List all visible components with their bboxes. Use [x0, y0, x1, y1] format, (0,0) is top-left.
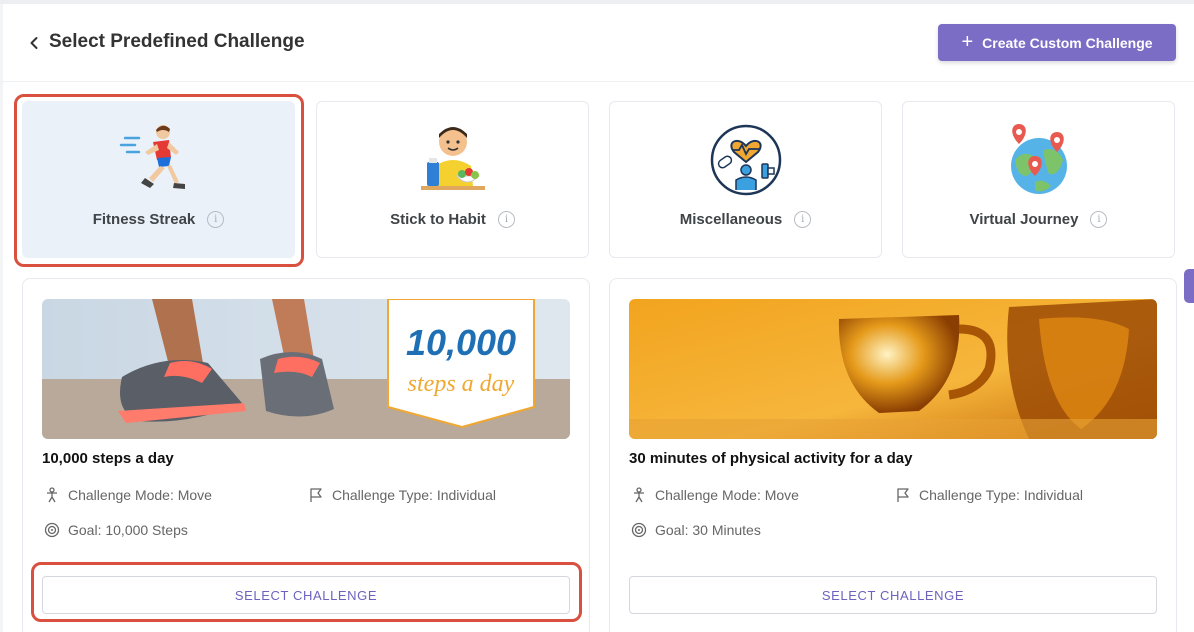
challenge-type: Challenge Type: Individual [895, 487, 1083, 503]
challenge-type: Challenge Type: Individual [308, 487, 496, 503]
trophy-banner-image [629, 299, 1157, 439]
create-button-label: Create Custom Challenge [982, 34, 1153, 51]
person-activity-icon [47, 487, 57, 503]
sneakers-banner-image: 10,000 steps a day [42, 299, 570, 439]
challenge-image-steps: 10,000 steps a day [42, 299, 570, 439]
challenge-mode: Challenge Mode: Move [631, 487, 799, 503]
chevron-left-icon [30, 37, 38, 49]
back-button[interactable] [24, 31, 44, 55]
challenge-goal: Goal: 10,000 Steps [44, 522, 188, 538]
challenge-title: 10,000 steps a day [42, 450, 174, 467]
category-label-row: Fitness Streak i [23, 211, 294, 228]
left-edge [0, 4, 3, 632]
category-card-fitness-streak[interactable]: Fitness Streak i [22, 101, 295, 258]
person-activity-icon [634, 487, 644, 503]
info-icon[interactable]: i [1090, 211, 1108, 228]
select-challenge-button[interactable]: SELECT CHALLENGE [42, 576, 570, 614]
challenge-title: 30 minutes of physical activity for a da… [629, 450, 913, 467]
category-card-virtual-journey[interactable]: Virtual Journey i [902, 101, 1175, 258]
category-label: Stick to Habit [390, 211, 486, 228]
runner-icon [119, 125, 185, 189]
info-icon[interactable]: i [207, 211, 225, 228]
target-icon [44, 522, 60, 538]
page-title: Select Predefined Challenge [49, 31, 305, 52]
challenge-type-text: Challenge Type: Individual [332, 487, 496, 503]
challenge-mode: Challenge Mode: Move [44, 487, 212, 503]
banner-number: 10,000 [406, 322, 516, 363]
category-card-stick-to-habit[interactable]: Stick to Habit i [316, 101, 589, 258]
category-label-row: Miscellaneous i [610, 211, 881, 228]
category-label: Virtual Journey [969, 211, 1079, 228]
target-icon [631, 522, 647, 538]
flag-icon [310, 488, 322, 502]
create-custom-challenge-button[interactable]: + Create Custom Challenge [938, 24, 1176, 61]
select-challenge-button[interactable]: SELECT CHALLENGE [629, 576, 1157, 614]
category-label: Miscellaneous [679, 211, 783, 228]
challenge-mode-text: Challenge Mode: Move [68, 487, 212, 503]
info-icon[interactable]: i [497, 211, 515, 228]
challenge-card-steps: 10,000 steps a day 10,000 steps a day Ch… [22, 278, 590, 632]
plus-icon: + [961, 30, 974, 53]
challenge-mode-text: Challenge Mode: Move [655, 487, 799, 503]
challenge-goal-text: Goal: 10,000 Steps [68, 522, 188, 538]
healthy-habit-icon [420, 127, 485, 190]
challenge-card-activity: 30 minutes of physical activity for a da… [609, 278, 1177, 632]
flag-icon [897, 488, 909, 502]
globe-pins-icon [1010, 124, 1067, 194]
challenge-type-text: Challenge Type: Individual [919, 487, 1083, 503]
category-label-row: Stick to Habit i [317, 211, 588, 228]
category-label-row: Virtual Journey i [903, 211, 1174, 228]
challenge-goal-text: Goal: 30 Minutes [655, 522, 761, 538]
banner-text: steps a day [408, 371, 515, 397]
side-panel-tab[interactable] [1184, 269, 1194, 303]
wellness-icon [710, 124, 781, 196]
category-label: Fitness Streak [92, 211, 196, 228]
challenge-image-activity [629, 299, 1157, 439]
challenge-goal: Goal: 30 Minutes [631, 522, 761, 538]
page-header: Select Predefined Challenge + Create Cus… [0, 4, 1194, 82]
info-icon[interactable]: i [794, 211, 812, 228]
category-card-miscellaneous[interactable]: Miscellaneous i [609, 101, 882, 258]
